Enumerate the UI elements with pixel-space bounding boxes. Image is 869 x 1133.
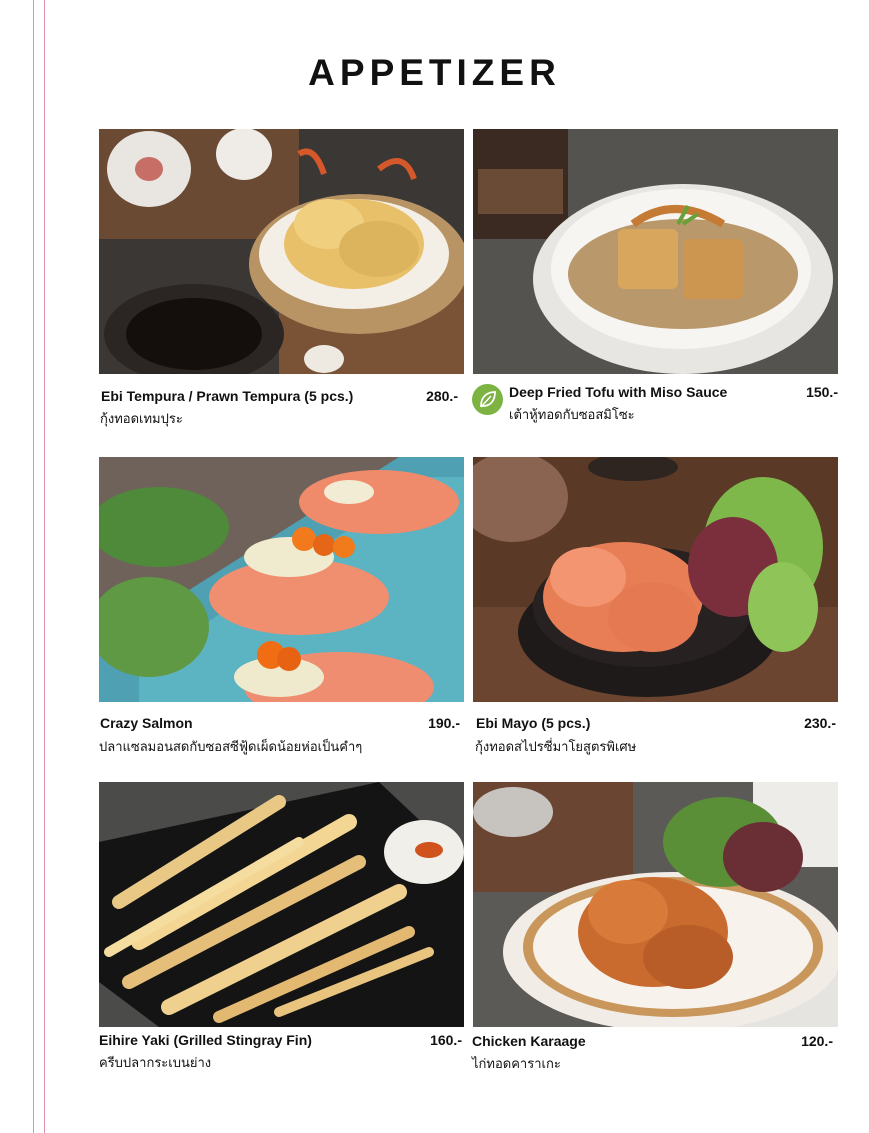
item-name-crazy-salmon: Crazy Salmon [100, 715, 193, 731]
vegetarian-badge [472, 384, 503, 415]
item-name-deep-fried-tofu: Deep Fried Tofu with Miso Sauce [509, 384, 728, 400]
item-name-eihire-yaki: Eihire Yaki (Grilled Stingray Fin) [99, 1032, 312, 1048]
item-price-crazy-salmon: 190.- [428, 715, 460, 731]
chicken-karaage-photo [473, 782, 838, 1027]
eihire-yaki-photo [99, 782, 464, 1027]
margin-line-right [44, 0, 45, 1133]
item-name-chicken-karaage: Chicken Karaage [472, 1033, 586, 1049]
item-thai-deep-fried-tofu: เต้าหู้ทอดกับซอสมิโซะ [509, 407, 635, 422]
ebi-tempura-photo [99, 129, 464, 374]
item-price-chicken-karaage: 120.- [801, 1033, 833, 1049]
item-name-ebi-mayo: Ebi Mayo (5 pcs.) [476, 715, 591, 731]
item-price-deep-fried-tofu: 150.- [806, 384, 838, 400]
deep-fried-tofu-photo [473, 129, 838, 374]
ebi-mayo-photo [473, 457, 838, 702]
item-thai-eihire-yaki: ครีบปลากระเบนย่าง [99, 1055, 212, 1070]
item-price-ebi-tempura: 280.- [426, 388, 458, 404]
item-thai-ebi-mayo: กุ้งทอดสไปรซี่มาโยสูตรพิเศษ [475, 739, 637, 754]
leaf-icon [480, 391, 496, 408]
item-price-ebi-mayo: 230.- [804, 715, 836, 731]
item-price-eihire-yaki: 160.- [430, 1032, 462, 1048]
item-thai-crazy-salmon: ปลาแซลมอนสดกับซอสซีฟู้ดเผ็ดน้อยห่อเป็นคำ… [99, 739, 363, 754]
page-title: APPETIZER [308, 52, 561, 93]
item-thai-ebi-tempura: กุ้งทอดเทมปุระ [100, 411, 183, 426]
margin-line-left [33, 0, 34, 1133]
item-name-ebi-tempura: Ebi Tempura / Prawn Tempura (5 pcs.) [101, 388, 354, 404]
crazy-salmon-photo [99, 457, 464, 702]
item-thai-chicken-karaage: ไก่ทอดคาราเกะ [472, 1056, 561, 1071]
